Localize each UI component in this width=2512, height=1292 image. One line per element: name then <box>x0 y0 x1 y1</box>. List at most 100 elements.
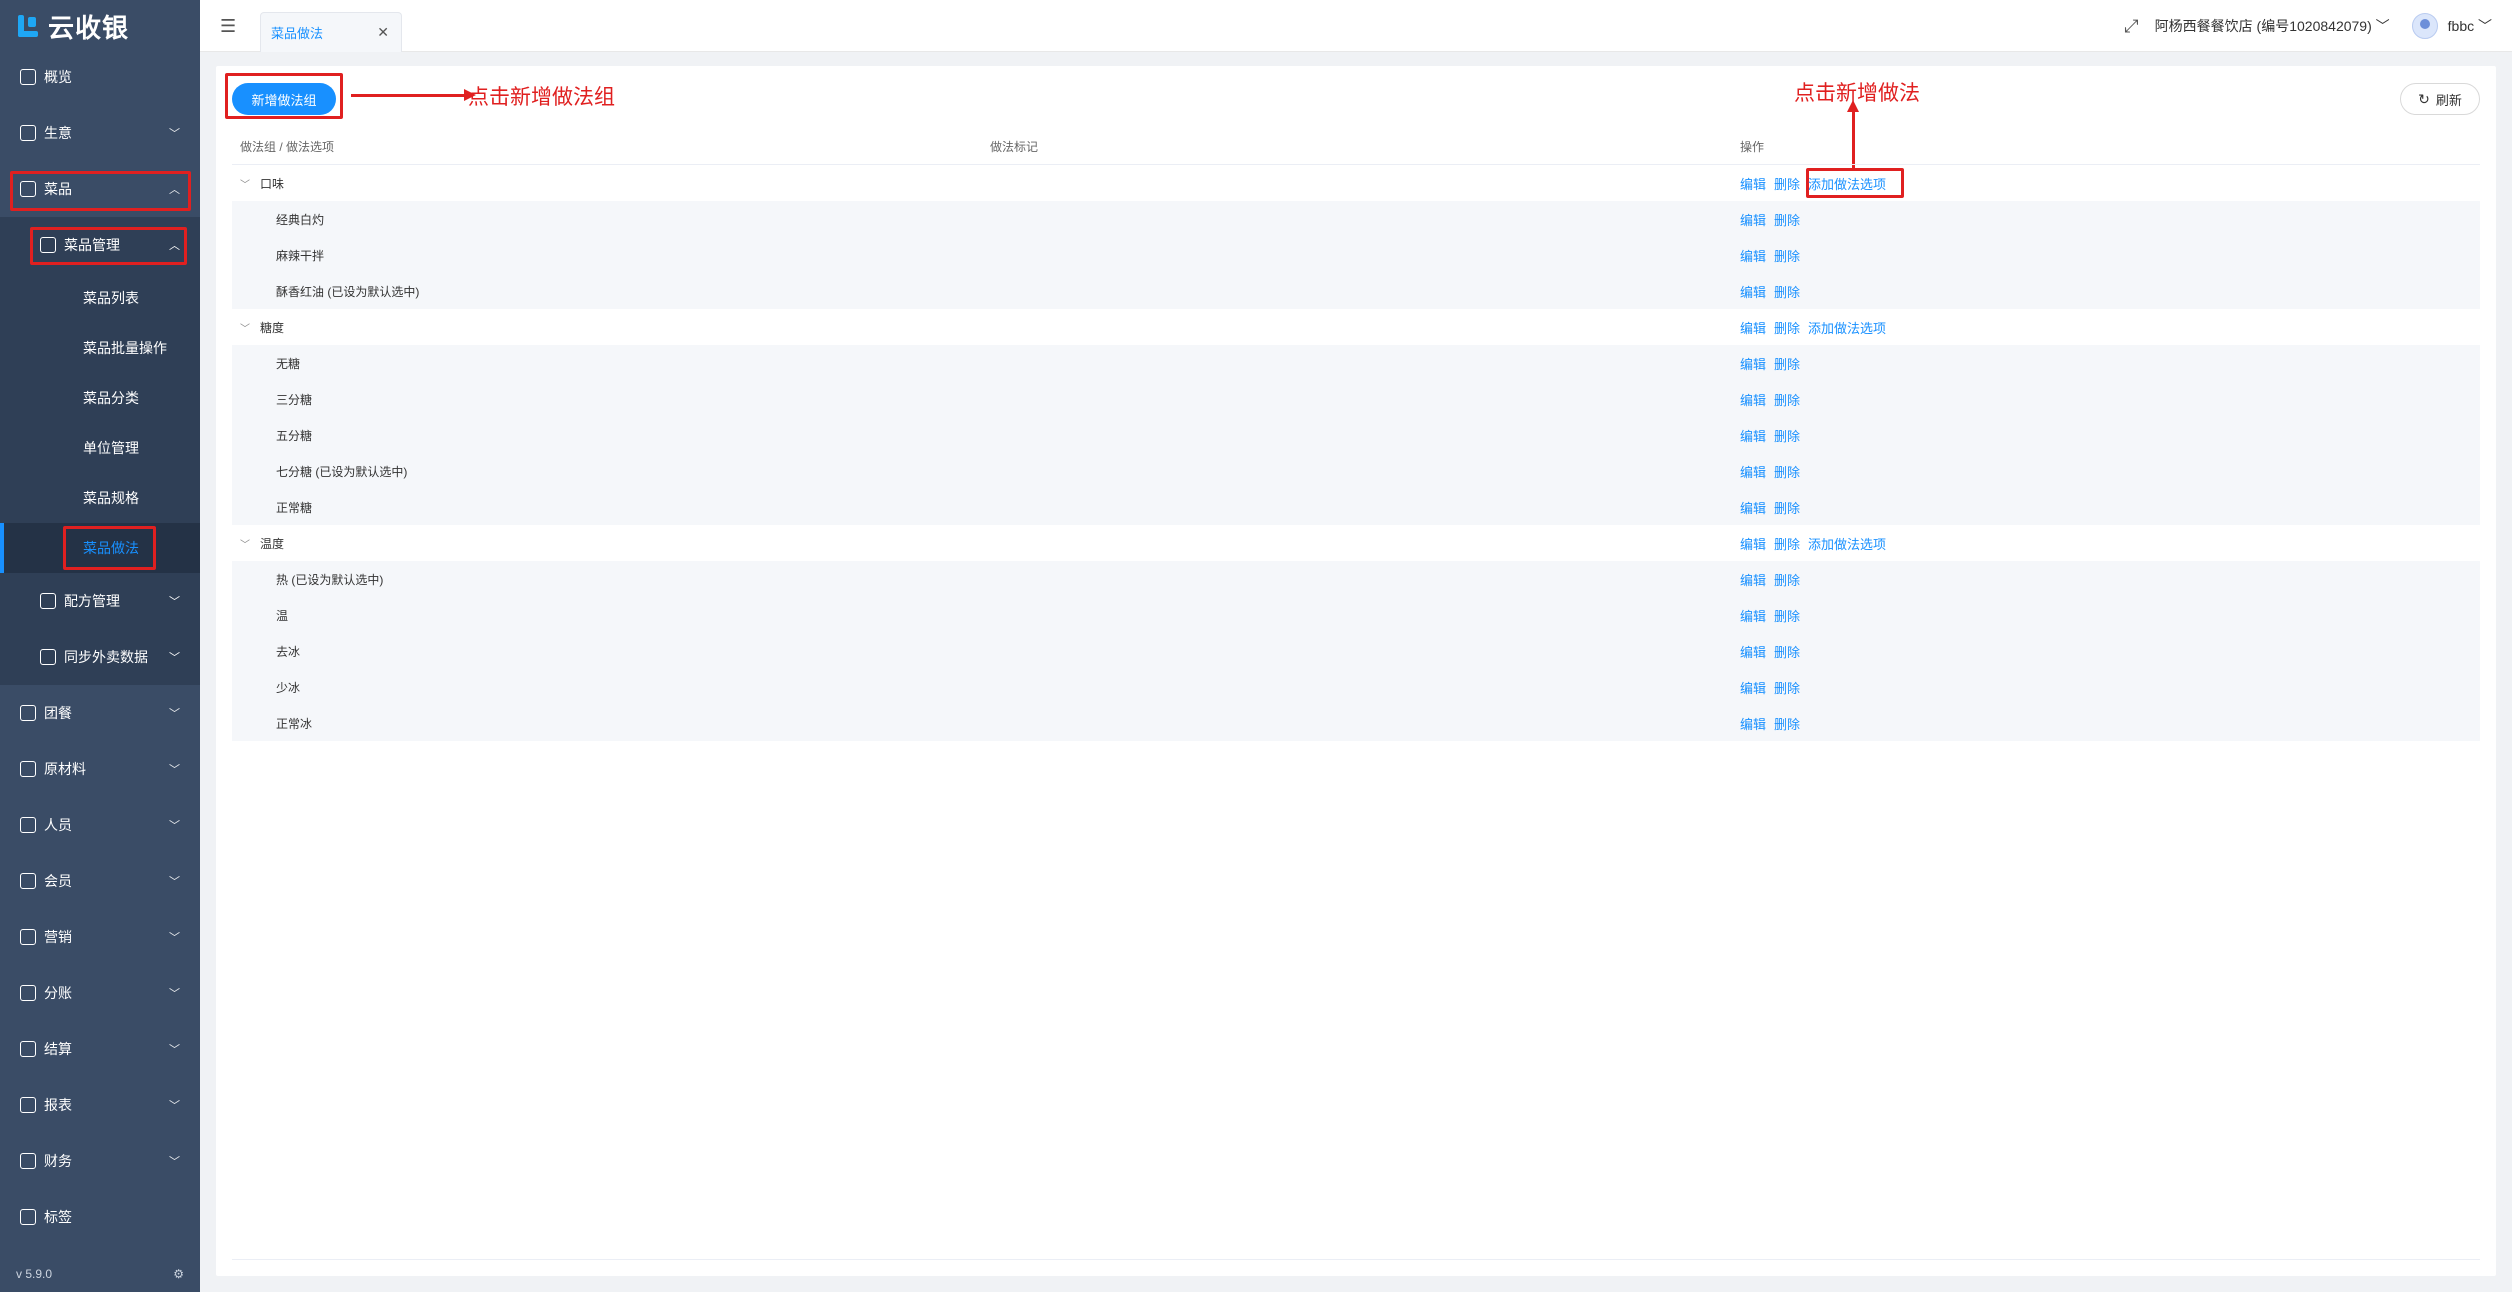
option-name-cell: 七分糖 (已设为默认选中) <box>232 463 982 480</box>
chevron-down-icon: ﹀ <box>169 708 180 720</box>
edit-link[interactable]: 编辑 <box>1740 678 1766 697</box>
sidebar-item-dish-management[interactable]: 菜品管理 ︿ <box>0 217 200 273</box>
delete-link[interactable]: 删除 <box>1774 714 1800 733</box>
edit-link[interactable]: 编辑 <box>1740 462 1766 481</box>
refresh-button[interactable]: ↻ 刷新 <box>2400 83 2480 115</box>
delete-link[interactable]: 删除 <box>1774 390 1800 409</box>
edit-link[interactable]: 编辑 <box>1740 606 1766 625</box>
sidebar-item-dish-batch[interactable]: 菜品批量操作 <box>0 323 200 373</box>
add-option-link[interactable]: 添加做法选项 <box>1808 534 1886 553</box>
chevron-down-icon[interactable]: ﹀ <box>240 536 250 551</box>
edit-link[interactable]: 编辑 <box>1740 426 1766 445</box>
settings-icon[interactable]: ⚙ <box>173 1267 184 1281</box>
delete-link[interactable]: 删除 <box>1774 426 1800 445</box>
avatar[interactable] <box>2411 13 2438 39</box>
delete-link[interactable]: 删除 <box>1774 498 1800 517</box>
sidebar-item-dish-list[interactable]: 菜品列表 <box>0 273 200 323</box>
option-name: 正常冰 <box>276 716 313 731</box>
sidebar-item-unit-management[interactable]: 单位管理 <box>0 423 200 473</box>
actions-cell: 编辑 删除 <box>1732 570 2480 589</box>
sidebar-item-overview[interactable]: 概览 <box>0 49 200 105</box>
dishes-icon <box>20 181 36 197</box>
overview-icon <box>20 69 36 85</box>
edit-link[interactable]: 编辑 <box>1740 210 1766 229</box>
sidebar-item-dish-spec[interactable]: 菜品规格 <box>0 473 200 523</box>
recipe-icon <box>40 593 56 609</box>
sidebar-item-split[interactable]: 分账 ﹀ <box>0 965 200 1021</box>
option-name-cell: 三分糖 <box>232 391 982 408</box>
delete-link[interactable]: 删除 <box>1774 534 1800 553</box>
edit-link[interactable]: 编辑 <box>1740 498 1766 517</box>
sidebar-item-business[interactable]: 生意 ﹀ <box>0 105 200 161</box>
add-option-link[interactable]: 添加做法选项 <box>1808 318 1886 337</box>
option-row: 麻辣干拌 编辑 删除 <box>232 237 2480 273</box>
chevron-down-icon: ﹀ <box>169 1156 180 1168</box>
tab-dish-method[interactable]: 菜品做法 ✕ <box>260 12 402 52</box>
sidebar-item-members[interactable]: 会员 ﹀ <box>0 853 200 909</box>
actions-cell: 编辑 删除 添加做法选项 <box>1732 318 2480 337</box>
edit-link[interactable]: 编辑 <box>1740 390 1766 409</box>
sidebar-item-dish-category[interactable]: 菜品分类 <box>0 373 200 423</box>
close-icon[interactable]: ✕ <box>377 24 389 41</box>
group-row: ﹀ 糖度 编辑 删除 添加做法选项 <box>232 309 2480 345</box>
delete-link[interactable]: 删除 <box>1774 354 1800 373</box>
chevron-down-icon[interactable]: ﹀ <box>240 320 250 335</box>
delete-link[interactable]: 删除 <box>1774 282 1800 301</box>
group-row: ﹀ 温度 编辑 删除 添加做法选项 <box>232 525 2480 561</box>
delete-link[interactable]: 删除 <box>1774 570 1800 589</box>
header-right: ⤢ 阿杨西餐餐饮店 (编号1020842079) ﹀ fbbc ﹀ <box>2124 0 2492 52</box>
edit-link[interactable]: 编辑 <box>1740 282 1766 301</box>
delete-link[interactable]: 删除 <box>1774 318 1800 337</box>
add-method-group-button[interactable]: 新增做法组 <box>232 83 336 115</box>
app-name: 云收银 <box>48 12 130 43</box>
sidebar-item-dish-method[interactable]: 菜品做法 <box>0 523 200 573</box>
option-name: 无糖 <box>276 356 301 371</box>
delete-link[interactable]: 删除 <box>1774 642 1800 661</box>
option-row: 温 编辑 删除 <box>232 597 2480 633</box>
edit-link[interactable]: 编辑 <box>1740 642 1766 661</box>
edit-link[interactable]: 编辑 <box>1740 534 1766 553</box>
sidebar-item-group-meal[interactable]: 团餐 ﹀ <box>0 685 200 741</box>
sidebar-item-settlement[interactable]: 结算 ﹀ <box>0 1021 200 1077</box>
edit-link[interactable]: 编辑 <box>1740 570 1766 589</box>
actions-cell: 编辑 删除 <box>1732 390 2480 409</box>
option-name-cell: 经典白灼 <box>232 211 982 228</box>
chevron-down-icon[interactable]: ﹀ <box>240 176 250 191</box>
sidebar-item-sync-delivery[interactable]: 同步外卖数据 ﹀ <box>0 629 200 685</box>
edit-link[interactable]: 编辑 <box>1740 174 1766 193</box>
delete-link[interactable]: 删除 <box>1774 246 1800 265</box>
sidebar-item-reports[interactable]: 报表 ﹀ <box>0 1077 200 1133</box>
group-name: 温度 <box>260 536 285 551</box>
delete-link[interactable]: 删除 <box>1774 678 1800 697</box>
edit-link[interactable]: 编辑 <box>1740 714 1766 733</box>
sidebar-item-finance[interactable]: 财务 ﹀ <box>0 1133 200 1189</box>
delete-link[interactable]: 删除 <box>1774 210 1800 229</box>
sidebar-item-tags[interactable]: 标签 <box>0 1189 200 1245</box>
sidebar-item-staff[interactable]: 人员 ﹀ <box>0 797 200 853</box>
user-menu[interactable]: fbbc ﹀ <box>2448 16 2492 36</box>
sidebar-item-label: 概览 <box>44 69 72 85</box>
actions-cell: 编辑 删除 <box>1732 354 2480 373</box>
edit-link[interactable]: 编辑 <box>1740 246 1766 265</box>
delete-link[interactable]: 删除 <box>1774 174 1800 193</box>
sidebar-item-dishes[interactable]: 菜品 ︿ <box>0 161 200 217</box>
option-name-cell: 无糖 <box>232 355 982 372</box>
sidebar-item-label: 菜品 <box>44 181 72 197</box>
delete-link[interactable]: 删除 <box>1774 462 1800 481</box>
sidebar-item-recipe-management[interactable]: 配方管理 ﹀ <box>0 573 200 629</box>
user-icon <box>20 817 36 833</box>
chevron-down-icon: ﹀ <box>169 764 180 776</box>
menu-toggle-icon[interactable]: ☰ <box>220 16 236 37</box>
add-option-link[interactable]: 添加做法选项 <box>1808 174 1886 193</box>
fullscreen-icon[interactable]: ⤢ <box>2124 16 2138 37</box>
delete-link[interactable]: 删除 <box>1774 606 1800 625</box>
materials-icon <box>20 761 36 777</box>
sidebar-item-marketing[interactable]: 营销 ﹀ <box>0 909 200 965</box>
sidebar-item-label: 同步外卖数据 <box>64 649 148 665</box>
edit-link[interactable]: 编辑 <box>1740 318 1766 337</box>
sidebar-item-label: 营销 <box>44 929 72 945</box>
store-selector[interactable]: 阿杨西餐餐饮店 (编号1020842079) ﹀ <box>2155 16 2390 36</box>
sidebar-item-label: 原材料 <box>44 761 86 777</box>
edit-link[interactable]: 编辑 <box>1740 354 1766 373</box>
sidebar-item-materials[interactable]: 原材料 ﹀ <box>0 741 200 797</box>
